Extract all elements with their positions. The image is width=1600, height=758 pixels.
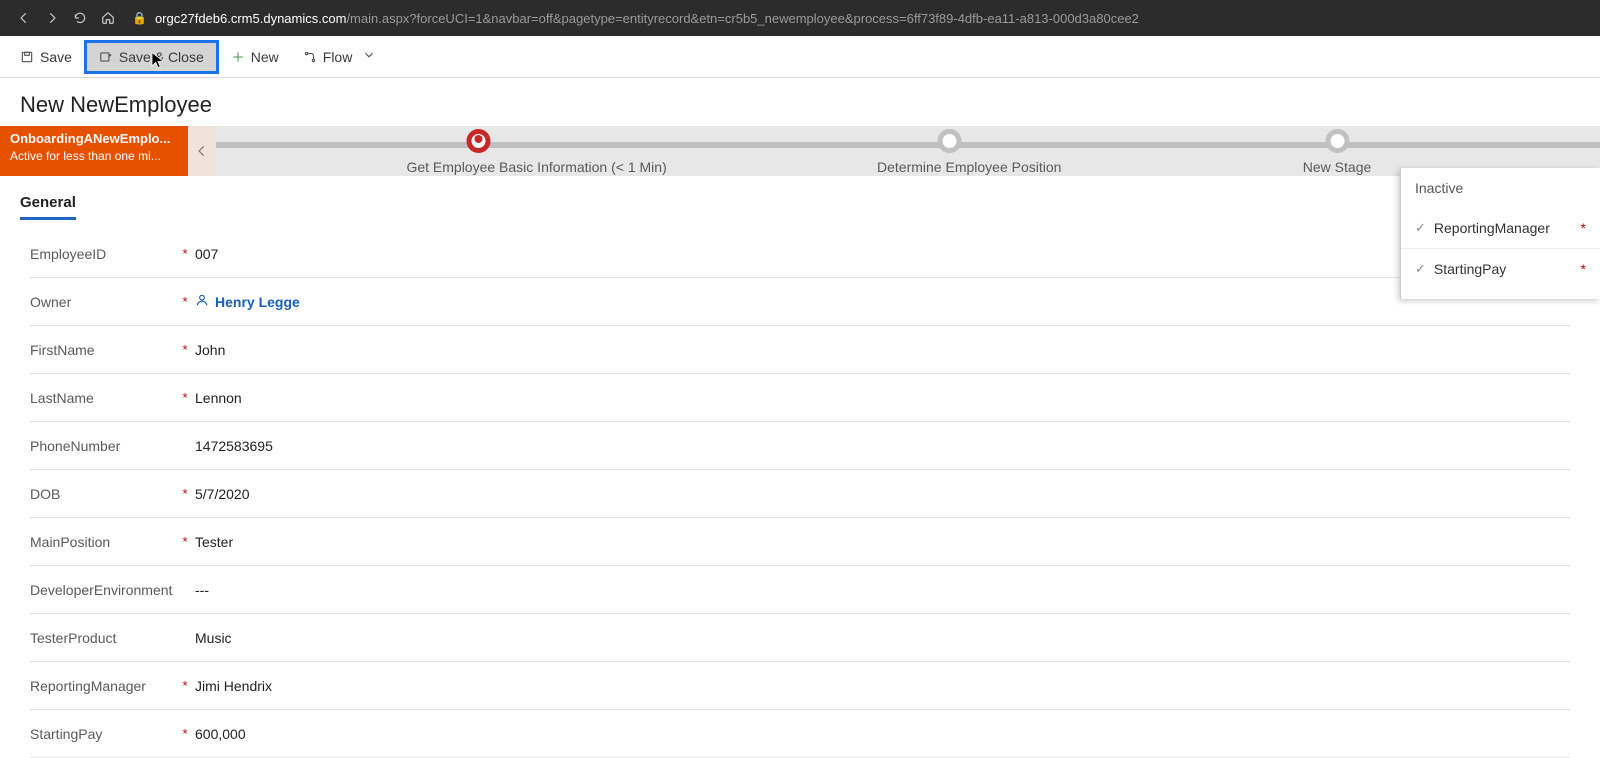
forward-button[interactable] <box>38 4 66 32</box>
form-area: EmployeeID * 007 Owner * Henry Legge Fir… <box>0 220 1600 758</box>
bpf-stage-1[interactable]: Get Employee Basic Information (< 1 Min) <box>406 127 551 175</box>
flyout-item-reportingmanager[interactable]: ✓ ReportingManager * <box>1401 208 1600 249</box>
field-label: FirstName <box>30 342 175 358</box>
stage-ring-icon <box>1325 129 1349 153</box>
field-label: EmployeeID <box>30 246 175 262</box>
flyout-item-label: StartingPay <box>1434 261 1575 277</box>
save-and-close-button[interactable]: Save & Close <box>84 40 219 74</box>
flow-icon <box>303 50 317 64</box>
required-icon: * <box>1581 261 1586 277</box>
field-label: StartingPay <box>30 726 175 742</box>
field-firstname[interactable]: FirstName * John <box>30 326 1570 374</box>
stage-flyout-panel: Inactive ✓ ReportingManager * ✓ Starting… <box>1400 168 1600 299</box>
stage-ring-icon <box>938 129 962 153</box>
bpf-name: OnboardingANewEmplo... <box>10 130 178 148</box>
field-value[interactable]: 1472583695 <box>195 438 1570 454</box>
required-icon: * <box>175 294 195 309</box>
required-icon: * <box>175 246 195 261</box>
flyout-item-startingpay[interactable]: ✓ StartingPay * <box>1401 249 1600 289</box>
reload-button[interactable] <box>66 4 94 32</box>
required-icon: * <box>175 726 195 741</box>
stage-1-label: Get Employee Basic Information (< 1 Min) <box>406 159 551 175</box>
plus-icon <box>231 50 245 64</box>
field-label: ReportingManager <box>30 678 175 694</box>
field-label: DOB <box>30 486 175 502</box>
field-testerproduct[interactable]: TesterProduct Music <box>30 614 1570 662</box>
check-icon: ✓ <box>1415 261 1426 277</box>
url-path: /main.aspx?forceUCI=1&navbar=off&pagetyp… <box>346 11 1138 26</box>
bpf-collapse-button[interactable] <box>188 126 216 176</box>
field-value[interactable]: Lennon <box>195 390 1570 406</box>
save-icon <box>20 50 34 64</box>
field-value[interactable]: Jimi Hendrix <box>195 678 1570 694</box>
field-mainposition[interactable]: MainPosition * Tester <box>30 518 1570 566</box>
check-icon: ✓ <box>1415 220 1426 236</box>
bpf-stage-2[interactable]: Determine Employee Position <box>877 127 1022 175</box>
page-title: New NewEmployee <box>0 78 1600 126</box>
field-value[interactable]: 007 <box>195 246 1570 262</box>
bpf-track: Get Employee Basic Information (< 1 Min)… <box>216 126 1600 176</box>
owner-name: Henry Legge <box>215 294 300 310</box>
lock-icon: 🔒 <box>132 11 147 25</box>
flow-label: Flow <box>323 49 353 65</box>
required-icon: * <box>175 534 195 549</box>
field-value[interactable]: --- <box>195 582 1570 598</box>
field-label: LastName <box>30 390 175 406</box>
field-value[interactable]: Tester <box>195 534 1570 550</box>
stage-2-label: Determine Employee Position <box>877 159 1022 175</box>
field-owner[interactable]: Owner * Henry Legge <box>30 278 1570 326</box>
field-value[interactable]: John <box>195 342 1570 358</box>
business-process-flow: OnboardingANewEmplo... Active for less t… <box>0 126 1600 176</box>
stage-3-label: New Stage <box>1265 159 1410 175</box>
field-dob[interactable]: DOB * 5/7/2020 <box>30 470 1570 518</box>
form-tabs: General <box>0 176 1600 220</box>
stage-ring-icon <box>467 129 491 153</box>
save-label: Save <box>40 49 72 65</box>
bpf-stage-3[interactable]: New Stage <box>1265 127 1410 175</box>
field-label: MainPosition <box>30 534 175 550</box>
field-reportingmanager[interactable]: ReportingManager * Jimi Hendrix <box>30 662 1570 710</box>
save-close-icon <box>99 50 113 64</box>
field-value[interactable]: Music <box>195 630 1570 646</box>
flyout-item-label: ReportingManager <box>1434 220 1575 236</box>
tab-general[interactable]: General <box>20 194 76 220</box>
url-host: orgc27fdeb6.crm5.dynamics.com <box>155 11 346 26</box>
field-label: PhoneNumber <box>30 438 175 454</box>
user-icon <box>195 293 209 310</box>
field-label: DeveloperEnvironment <box>30 582 175 598</box>
new-button[interactable]: New <box>219 40 291 74</box>
home-button[interactable] <box>94 4 122 32</box>
command-bar: Save Save & Close New Flow <box>0 36 1600 78</box>
chevron-down-icon <box>362 48 376 65</box>
bpf-info-block[interactable]: OnboardingANewEmplo... Active for less t… <box>0 126 188 176</box>
required-icon: * <box>175 486 195 501</box>
required-icon: * <box>175 678 195 693</box>
save-button[interactable]: Save <box>8 40 84 74</box>
required-icon: * <box>175 342 195 357</box>
field-value[interactable]: 5/7/2020 <box>195 486 1570 502</box>
field-developerenvironment[interactable]: DeveloperEnvironment --- <box>30 566 1570 614</box>
field-value[interactable]: 600,000 <box>195 726 1570 742</box>
field-value[interactable]: Henry Legge <box>195 293 1570 310</box>
save-close-label: Save & Close <box>119 49 204 65</box>
required-icon: * <box>175 390 195 405</box>
required-icon: * <box>1581 220 1586 236</box>
back-button[interactable] <box>10 4 38 32</box>
field-label: Owner <box>30 294 175 310</box>
bpf-status: Active for less than one mi... <box>10 148 178 164</box>
browser-chrome: 🔒 orgc27fdeb6.crm5.dynamics.com /main.as… <box>0 0 1600 36</box>
address-bar[interactable]: 🔒 orgc27fdeb6.crm5.dynamics.com /main.as… <box>132 11 1590 26</box>
flyout-header: Inactive <box>1401 168 1600 208</box>
field-employeeid[interactable]: EmployeeID * 007 <box>30 230 1570 278</box>
field-startingpay[interactable]: StartingPay * 600,000 <box>30 710 1570 758</box>
flow-button[interactable]: Flow <box>291 40 389 74</box>
field-lastname[interactable]: LastName * Lennon <box>30 374 1570 422</box>
new-label: New <box>251 49 279 65</box>
field-label: TesterProduct <box>30 630 175 646</box>
field-phonenumber[interactable]: PhoneNumber 1472583695 <box>30 422 1570 470</box>
